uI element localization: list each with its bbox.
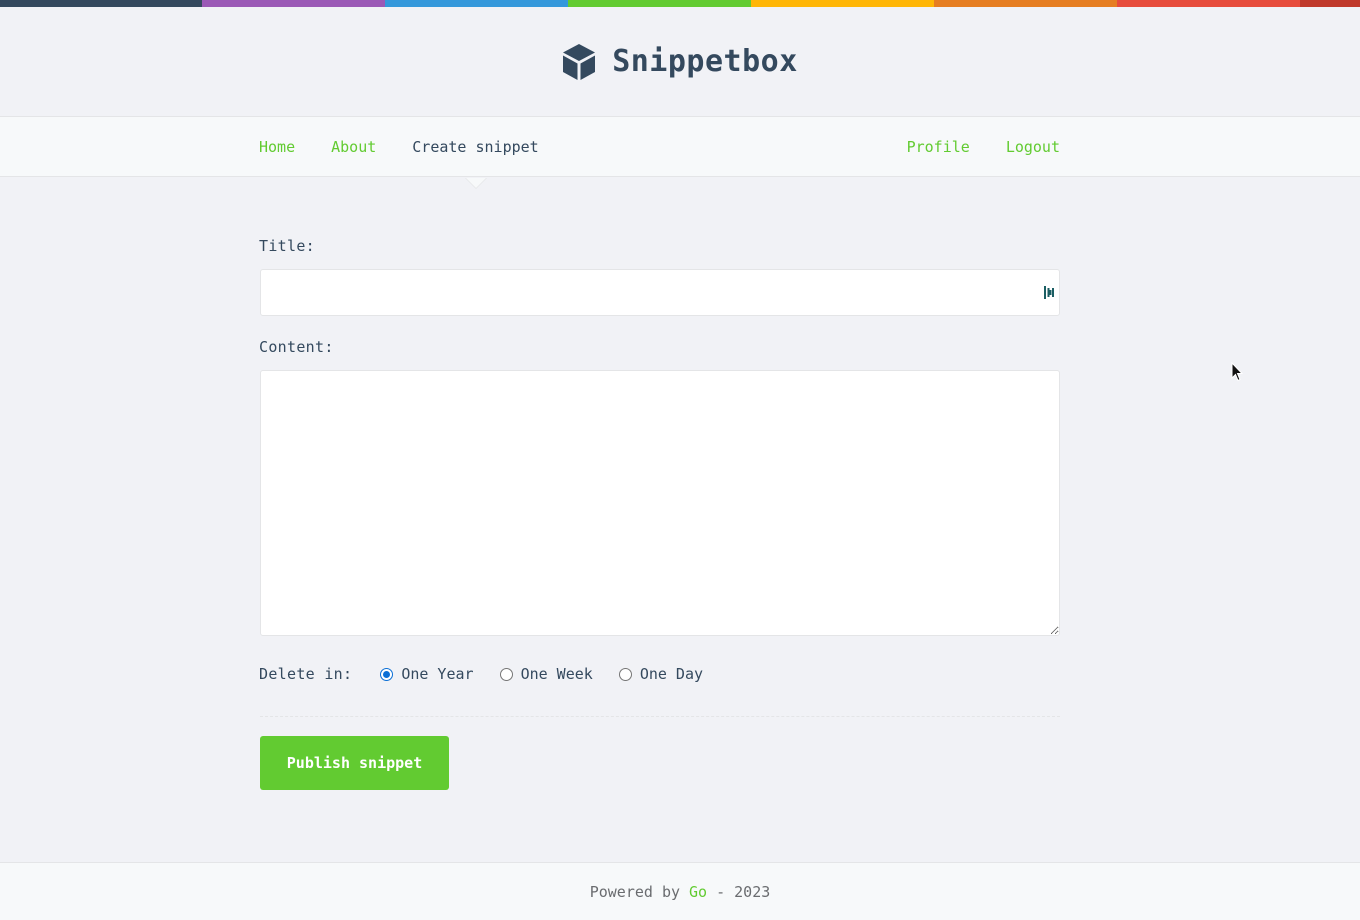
expires-one-day-radio[interactable] [618, 667, 632, 681]
footer-suffix: - 2023 [716, 882, 771, 901]
expires-one-week-label: One Week [520, 665, 593, 683]
expires-one-year-option[interactable]: One Year [380, 665, 474, 683]
top-color-stripe [0, 0, 1360, 7]
password-manager-icon[interactable] [1044, 286, 1054, 299]
publish-snippet-button[interactable]: Publish snippet [260, 736, 449, 790]
expires-one-week-radio[interactable] [499, 667, 513, 681]
expires-one-year-radio[interactable] [380, 667, 394, 681]
site-header: Snippetbox [0, 7, 1360, 116]
cube-icon [563, 43, 596, 80]
nav-home-link[interactable]: Home [259, 138, 295, 156]
expires-group: Delete in: One Year One Week One Day [259, 665, 729, 683]
form-divider [260, 716, 1060, 717]
expires-one-day-label: One Day [639, 665, 704, 683]
mouse-cursor-icon [1231, 362, 1243, 382]
title-input[interactable] [260, 269, 1060, 316]
title-label: Title: [259, 237, 315, 255]
main-navigation: Home About Create snippet Profile Logout [0, 116, 1360, 177]
content-textarea[interactable] [260, 370, 1060, 636]
nav-create-snippet-link[interactable]: Create snippet [412, 138, 538, 156]
footer-go-link[interactable]: Go [689, 883, 707, 901]
nav-about-link[interactable]: About [331, 138, 376, 156]
site-footer: Powered by Go - 2023 [0, 862, 1360, 920]
delete-in-label: Delete in: [259, 665, 353, 683]
expires-one-day-option[interactable]: One Day [618, 665, 704, 683]
brand-link[interactable]: Snippetbox [562, 43, 798, 81]
nav-logout-link[interactable]: Logout [1006, 138, 1060, 156]
footer-prefix: Powered by [589, 882, 681, 901]
content-label: Content: [259, 338, 334, 356]
expires-one-year-label: One Year [401, 665, 474, 683]
nav-profile-link[interactable]: Profile [907, 138, 970, 156]
expires-one-week-option[interactable]: One Week [499, 665, 593, 683]
site-title: Snippetbox [612, 44, 798, 79]
